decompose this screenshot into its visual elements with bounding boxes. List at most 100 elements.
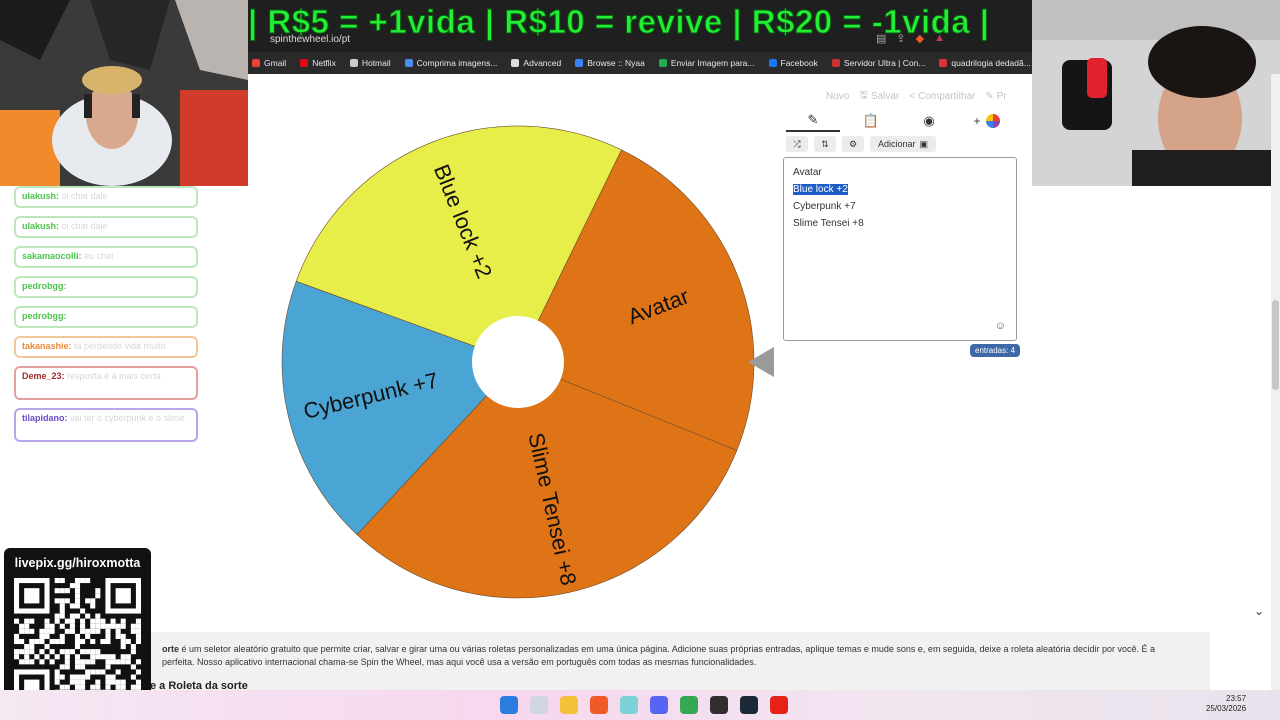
clock-date: 25/03/2026: [1206, 704, 1247, 713]
add-image-button[interactable]: Adicionar ▣: [870, 136, 937, 152]
bookmarks-bar: Gmail Netflix Hotmail Comprima imagens... Ad…: [248, 52, 1032, 74]
color-wheel-icon: [985, 114, 1000, 128]
bookmark-item[interactable]: Comprima imagens...: [404, 58, 497, 68]
pencil-icon: ✎: [807, 112, 819, 127]
eye-slash-icon: ◉: [923, 113, 935, 128]
brave-icon[interactable]: [590, 696, 608, 714]
new-button[interactable]: Novo: [826, 88, 849, 105]
bookmark-icon: [831, 59, 840, 67]
webcam-streamer: [0, 0, 248, 186]
bookmark-item[interactable]: Netflix: [300, 58, 336, 68]
bookmark-icon: [300, 59, 309, 67]
youtube-icon[interactable]: [770, 696, 788, 714]
discord-icon[interactable]: [650, 696, 668, 714]
obs-icon[interactable]: [710, 696, 728, 714]
chat-username: sakamaocolli:: [22, 251, 82, 261]
bookmark-item[interactable]: Gmail: [252, 58, 286, 68]
shuffle-icon: ⤮: [793, 138, 801, 149]
bookmark-item[interactable]: quadrilogia dedadã...: [939, 58, 1031, 68]
share-icon: <: [909, 91, 916, 102]
chat-text: oi chat dale: [61, 191, 108, 201]
bookmark-icon: [939, 59, 948, 67]
chat-username: pedrobgg:: [22, 311, 67, 321]
shuffle-button[interactable]: ⤮: [786, 136, 808, 152]
bookmark-item[interactable]: Servidor Ultra | Con...: [831, 58, 925, 68]
steam-icon[interactable]: [740, 696, 758, 714]
description-bold: orte: [162, 644, 180, 654]
clipboard-icon: 📋: [862, 113, 880, 128]
bookmark-icon: [404, 59, 413, 67]
chat-message: sakamaocolli: eu chat: [14, 246, 198, 268]
chat-message: ulakush: oi chat dale: [14, 186, 198, 208]
chat-message: ulakush: oi chat dale: [14, 216, 198, 238]
donation-banner: | R$5 = +1vida | R$10 = revive | R$20 = …: [248, 0, 1032, 44]
editor-tabs: ✎ 📋 ◉ +: [786, 110, 1014, 132]
chat-message: pedrobgg:: [14, 276, 198, 298]
entry-line: Slime Tensei +8: [793, 218, 864, 229]
donation-banner-text: | R$5 = +1vida | R$10 = revive | R$20 = …: [248, 3, 990, 41]
tab-customize[interactable]: +: [960, 110, 1014, 132]
chevron-down-icon[interactable]: ⌄: [1254, 604, 1264, 618]
tab-edit[interactable]: ✎: [786, 110, 840, 132]
description-text: é um seletor aleatório gratuito que perm…: [181, 644, 1156, 654]
qr-code: [14, 578, 141, 705]
bookmark-icon: [511, 59, 520, 67]
gear-icon: ⚙: [848, 138, 858, 149]
chat-username: tilapidano:: [22, 413, 68, 423]
bookmark-item[interactable]: Enviar Imagem para...: [658, 58, 755, 68]
save-icon: 🖫: [859, 90, 868, 101]
chat-overlay: ulakush: oi chat dale ulakush: oi chat da…: [14, 186, 198, 450]
bookmark-item[interactable]: Advanced: [511, 58, 561, 68]
entry-line: Avatar: [793, 167, 822, 178]
entries-textarea[interactable]: Avatar Blue lock +2 Cyberpunk +7 Slime T…: [783, 157, 1017, 341]
clock-time: 23:57: [1226, 694, 1247, 703]
plus-icon: +: [973, 114, 981, 128]
bookmark-icon: [658, 59, 667, 67]
bookmark-item[interactable]: Facebook: [768, 58, 818, 68]
chat-username: Deme_23:: [22, 371, 65, 381]
chat-text: eu chat: [84, 251, 114, 261]
wheel-actions: Novo 🖫 Salvar < Compartilhar ✎ Pr: [826, 88, 1007, 105]
taskbar-icons: [500, 696, 788, 714]
more-button[interactable]: ✎ Pr: [985, 88, 1006, 105]
bookmark-icon: [349, 59, 358, 67]
sort-button[interactable]: ⇅: [814, 136, 836, 152]
chat-message: Deme_23: resposta é a mais certa: [14, 366, 198, 400]
sort-icon: ⇅: [821, 138, 829, 149]
chat-message: pedrobgg:: [14, 306, 198, 328]
bookmark-icon: [252, 59, 260, 67]
pencil-icon: ✎: [985, 91, 994, 102]
entry-line: Blue lock +2: [793, 184, 848, 195]
chat-text: vai ter o cyberpunk e o slime: [70, 413, 185, 423]
bookmark-item[interactable]: Hotmail: [349, 58, 391, 68]
chat-text: resposta é a mais certa: [67, 371, 161, 381]
spin-wheel[interactable]: AvatarSlime Tensei +8Cyberpunk +7Blue lo…: [278, 124, 758, 600]
description-section: orte é um seletor aleatório gratuito que…: [150, 632, 1210, 690]
entries-tools: ⤮ ⇅ ⚙ Adicionar ▣: [786, 136, 937, 152]
wheel-hub[interactable]: [472, 316, 564, 408]
tab-hide[interactable]: ◉: [902, 110, 956, 132]
webcam-guest: [1032, 0, 1280, 186]
image-icon: ▣: [919, 138, 929, 149]
bookmark-icon: [768, 59, 777, 67]
bookmark-icon: [575, 59, 584, 67]
share-button[interactable]: < Compartilhar: [909, 88, 975, 105]
chat-username: takanashie:: [22, 341, 72, 351]
chat-message: takanashie: tá perdendo vida muito: [14, 336, 198, 358]
windows-start-icon[interactable]: [500, 696, 518, 714]
wheel-pointer: [748, 347, 774, 377]
save-button[interactable]: 🖫 Salvar: [859, 88, 899, 105]
app-icon[interactable]: [620, 696, 638, 714]
scrollbar-thumb[interactable]: [1272, 300, 1279, 390]
bookmark-item[interactable]: Browse :: Nyaa: [575, 58, 645, 68]
search-icon[interactable]: [530, 696, 548, 714]
settings-button[interactable]: ⚙: [842, 136, 864, 152]
chrome-icon[interactable]: [680, 696, 698, 714]
chat-message: tilapidano: vai ter o cyberpunk e o slim…: [14, 408, 198, 442]
chat-username: ulakush:: [22, 191, 60, 201]
chat-username: ulakush:: [22, 221, 60, 231]
chat-text: oi chat dale: [61, 221, 108, 231]
emoji-icon[interactable]: ☺: [995, 320, 1006, 332]
folder-icon[interactable]: [560, 696, 578, 714]
tab-results[interactable]: 📋: [844, 110, 898, 132]
